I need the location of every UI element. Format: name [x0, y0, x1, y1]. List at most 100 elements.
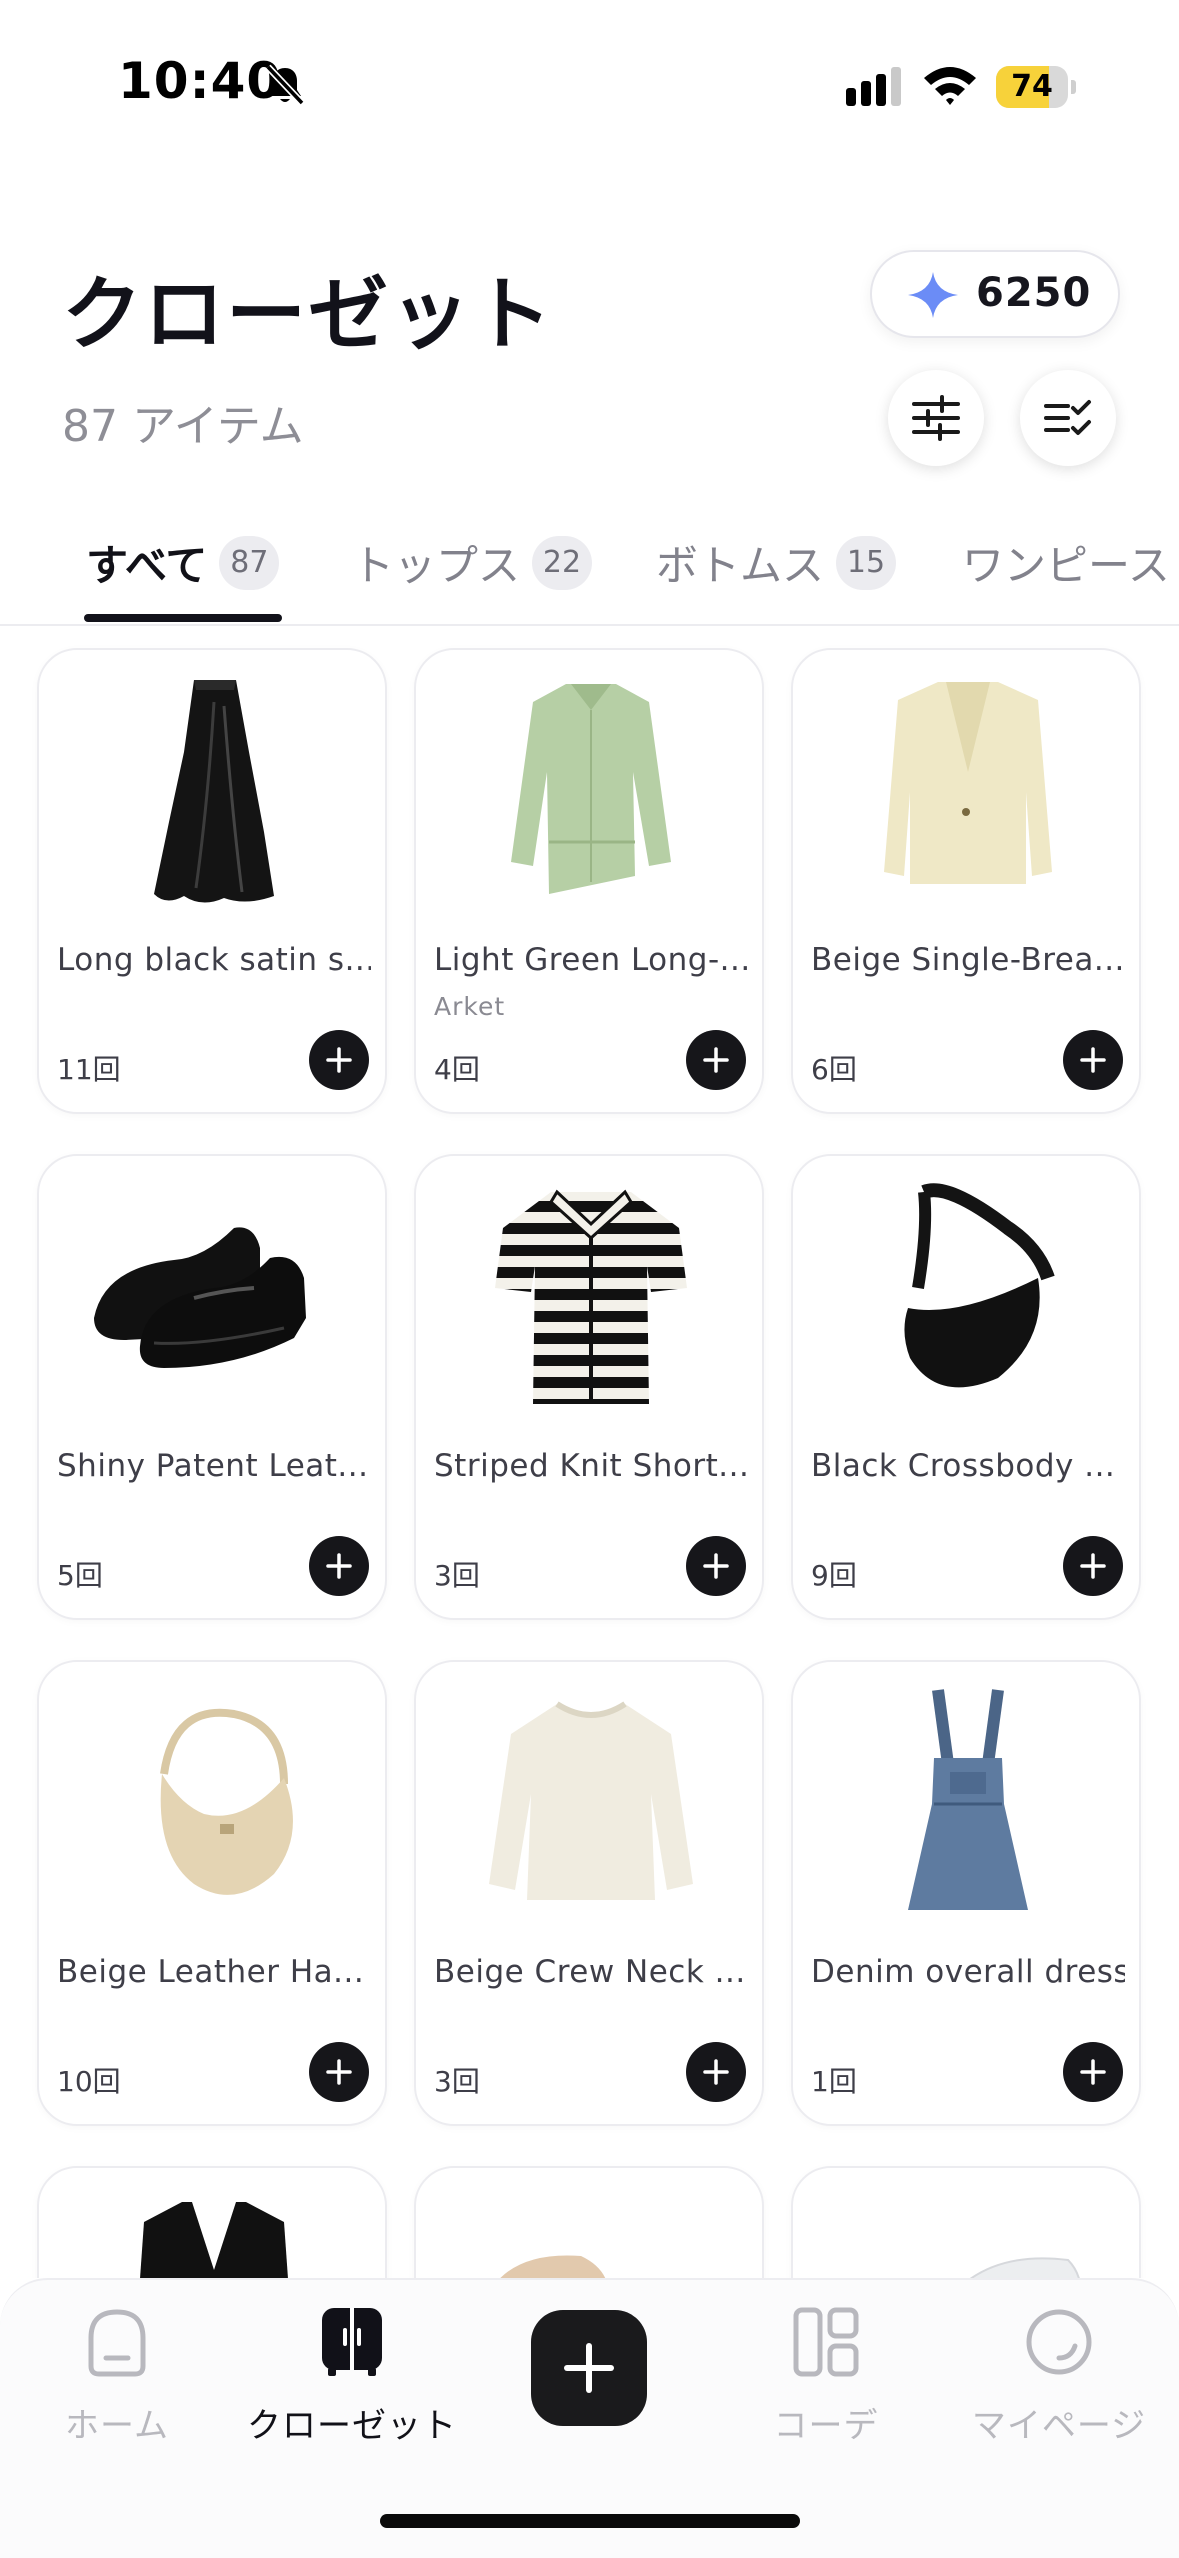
nav-label: マイページ [971, 2406, 1147, 2446]
item-card[interactable]: Striped Knit Short... 3回 [414, 1154, 764, 1620]
filter-button[interactable] [888, 370, 984, 466]
wear-count: 6回 [811, 1053, 857, 1086]
plus-icon [326, 2059, 352, 2085]
wear-count: 9回 [811, 1559, 857, 1592]
plus-icon [1080, 1553, 1106, 1579]
cellular-signal-icon [846, 67, 901, 106]
plus-icon [703, 1047, 729, 1073]
item-card[interactable]: Denim overall dress 1回 [791, 1660, 1141, 2126]
crossbody-bag-image [904, 1183, 1055, 1388]
add-to-outfit-button[interactable] [309, 1536, 369, 1596]
home-indicator [380, 2514, 800, 2528]
tab-label: ワンピース [962, 541, 1170, 590]
tab-onepiece[interactable]: ワンピース [962, 532, 1170, 622]
item-card[interactable] [791, 2166, 1141, 2278]
wear-count: 10回 [57, 2065, 121, 2098]
checklist-icon [1044, 400, 1091, 435]
item-name: Beige Crew Neck ... [434, 1954, 746, 1990]
tab-bottoms[interactable]: ボトムス 15 [656, 532, 897, 622]
crew-neck-sweater-image [489, 1701, 693, 1900]
plus-icon [1080, 2059, 1106, 2085]
add-to-outfit-button[interactable] [686, 2042, 746, 2102]
tab-label: ボトムス [656, 541, 825, 590]
closet-grid: Long black satin s... 11回 Light Green Lo… [0, 624, 1179, 2278]
item-card[interactable] [414, 2166, 764, 2278]
add-to-outfit-button[interactable] [686, 1030, 746, 1090]
page-title: クローゼット [62, 268, 554, 361]
layout-grid-icon [793, 2307, 859, 2377]
wear-count: 11回 [57, 1053, 121, 1086]
points-badge[interactable]: 6250 [870, 250, 1120, 338]
item-card[interactable]: Light Green Long-... Arket 4回 [414, 648, 764, 1114]
home-icon [88, 2309, 146, 2377]
wear-count: 5回 [57, 1559, 103, 1592]
striped-knit-image [495, 1189, 687, 1404]
battery-level: 74 [1011, 69, 1053, 104]
wear-count: 4回 [434, 1053, 480, 1086]
nav-label: ホーム [65, 2406, 169, 2446]
nav-home[interactable]: ホーム [2, 2302, 232, 2452]
add-to-outfit-button[interactable] [309, 1030, 369, 1090]
profile-icon [1026, 2309, 1092, 2375]
tab-label: トップス [352, 541, 521, 590]
tab-all[interactable]: すべて 87 [86, 532, 280, 622]
item-card[interactable]: Beige Single-Brea... 6回 [791, 648, 1141, 1114]
plus-icon [326, 1553, 352, 1579]
add-to-outfit-button[interactable] [309, 2042, 369, 2102]
add-item-button[interactable] [531, 2310, 647, 2426]
nav-mypage[interactable]: マイページ [944, 2302, 1174, 2452]
category-tabs: すべて 87 トップス 22 ボトムス 15 ワンピース [0, 520, 1179, 626]
item-name: Long black satin s... [57, 942, 371, 978]
sliders-icon [912, 395, 960, 441]
plus-icon [1080, 1047, 1106, 1073]
item-name: Light Green Long-... [434, 942, 748, 978]
item-name: Striped Knit Short... [434, 1448, 748, 1484]
item-card[interactable]: Long black satin s... 11回 [37, 648, 387, 1114]
select-mode-button[interactable] [1020, 370, 1116, 466]
nav-closet[interactable]: クローゼット [237, 2302, 467, 2452]
nav-coordinate[interactable]: コーデ [711, 2302, 941, 2452]
green-shirt-image [511, 684, 671, 894]
tab-count-badge: 87 [219, 535, 280, 590]
add-to-outfit-button[interactable] [1063, 2042, 1123, 2102]
beige-flats-image [500, 2255, 606, 2278]
item-card[interactable]: Beige Leather Ha... 10回 [37, 1660, 387, 2126]
beige-blazer-image [884, 682, 1052, 884]
battery-indicator: 74 [996, 66, 1076, 108]
denim-overall-dress-image [908, 1689, 1028, 1910]
wear-count: 3回 [434, 1559, 480, 1592]
points-value: 6250 [976, 270, 1092, 316]
item-name: Beige Leather Ha... [57, 1954, 365, 1990]
item-name: Beige Single-Brea... [811, 942, 1125, 978]
item-count: 87 アイテム [62, 401, 304, 452]
wifi-icon [924, 67, 976, 105]
plus-icon [326, 1047, 352, 1073]
status-bar: 10:40 74 [0, 0, 1179, 170]
add-to-outfit-button[interactable] [1063, 1536, 1123, 1596]
wear-count: 1回 [811, 2065, 857, 2098]
plus-icon [564, 2343, 614, 2393]
add-to-outfit-button[interactable] [686, 1536, 746, 1596]
item-card[interactable]: Shiny Patent Leat... 5回 [37, 1154, 387, 1620]
plus-icon [703, 1553, 729, 1579]
active-tab-indicator [84, 614, 282, 622]
item-card[interactable] [37, 2166, 387, 2278]
nav-label: コーデ [773, 2406, 879, 2446]
bell-slash-icon [265, 64, 305, 106]
item-name: Denim overall dress [811, 1954, 1125, 1990]
wardrobe-icon [322, 2308, 382, 2376]
black-jacket-image [140, 2202, 288, 2278]
tab-label: すべて [86, 541, 208, 590]
item-brand: Arket [434, 992, 506, 1021]
item-card[interactable]: Beige Crew Neck ... 3回 [414, 1660, 764, 2126]
satin-skirt-image [154, 680, 274, 903]
loafers-image [94, 1227, 306, 1368]
tab-tops[interactable]: トップス 22 [352, 532, 593, 622]
item-card[interactable]: Black Crossbody ... 9回 [791, 1154, 1141, 1620]
add-to-outfit-button[interactable] [1063, 1030, 1123, 1090]
sparkle-icon [908, 272, 958, 318]
item-name: Black Crossbody ... [811, 1448, 1116, 1484]
white-sneakers-image [969, 2257, 1080, 2278]
status-time: 10:40 [118, 52, 283, 110]
nav-label: クローゼット [247, 2406, 457, 2446]
